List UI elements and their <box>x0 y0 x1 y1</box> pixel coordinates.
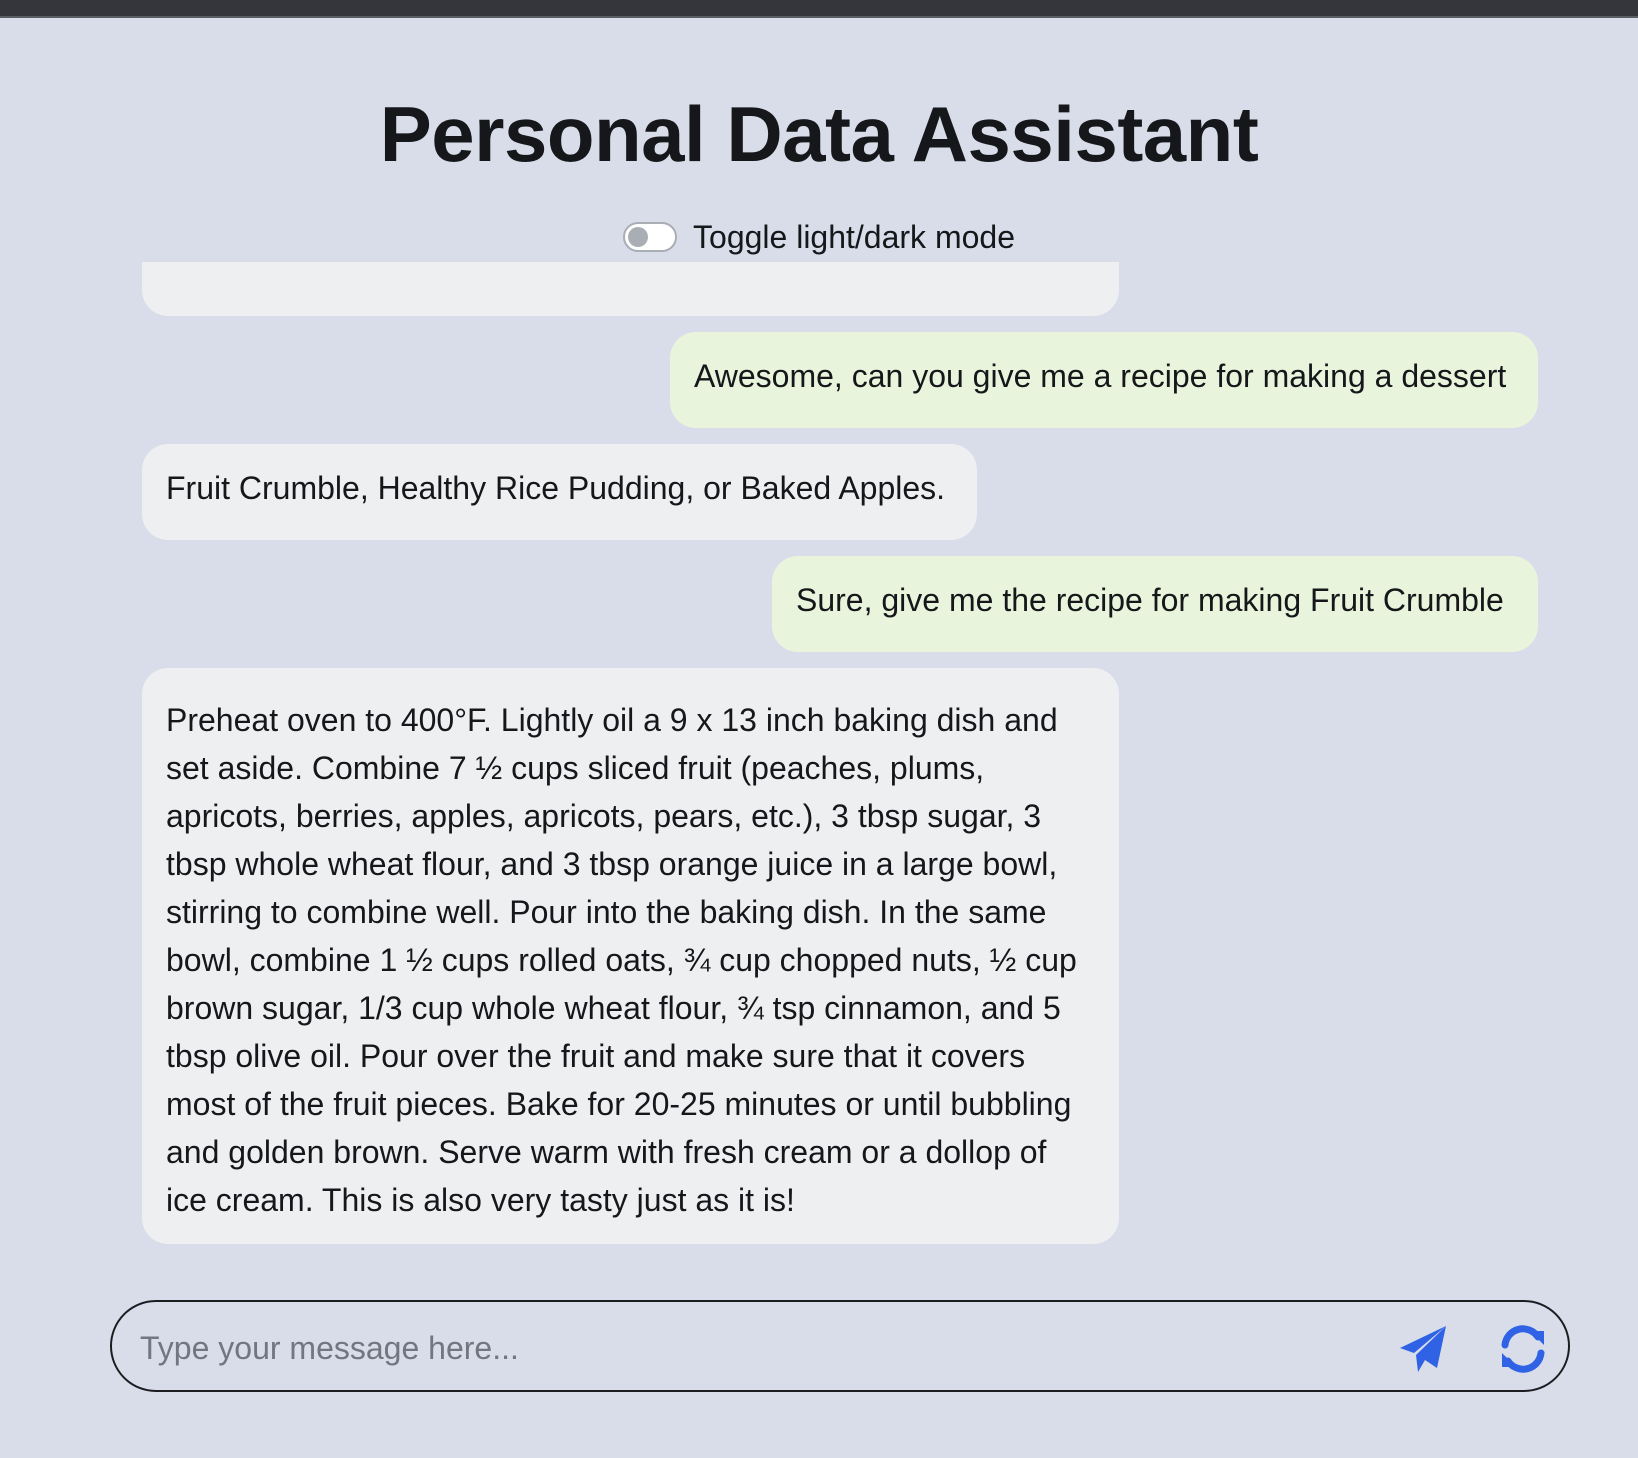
paper-plane-icon <box>1400 1326 1446 1372</box>
toggle-label: Toggle light/dark mode <box>693 218 1015 255</box>
user-message: Sure, give me the recipe for making Frui… <box>772 556 1538 652</box>
refresh-icon <box>1501 1325 1545 1373</box>
window-top-bar <box>0 0 1638 18</box>
toggle-knob <box>628 227 649 247</box>
assistant-message: Preheat oven to 400°F. Lightly oil a 9 x… <box>142 668 1119 1244</box>
assistant-message: Fruit Crumble, Healthy Rice Pudding, or … <box>142 444 977 540</box>
send-button[interactable] <box>1396 1322 1450 1376</box>
page-title: Personal Data Assistant <box>379 90 1259 178</box>
refresh-button[interactable] <box>1496 1322 1550 1376</box>
user-message: Awesome, can you give me a recipe for ma… <box>670 332 1538 428</box>
dark-mode-toggle[interactable] <box>623 222 678 252</box>
message-input[interactable] <box>138 1320 1372 1376</box>
assistant-message-partial <box>142 262 1119 316</box>
theme-toggle-row: Toggle light/dark mode <box>0 212 1638 262</box>
message-composer <box>110 1300 1570 1392</box>
